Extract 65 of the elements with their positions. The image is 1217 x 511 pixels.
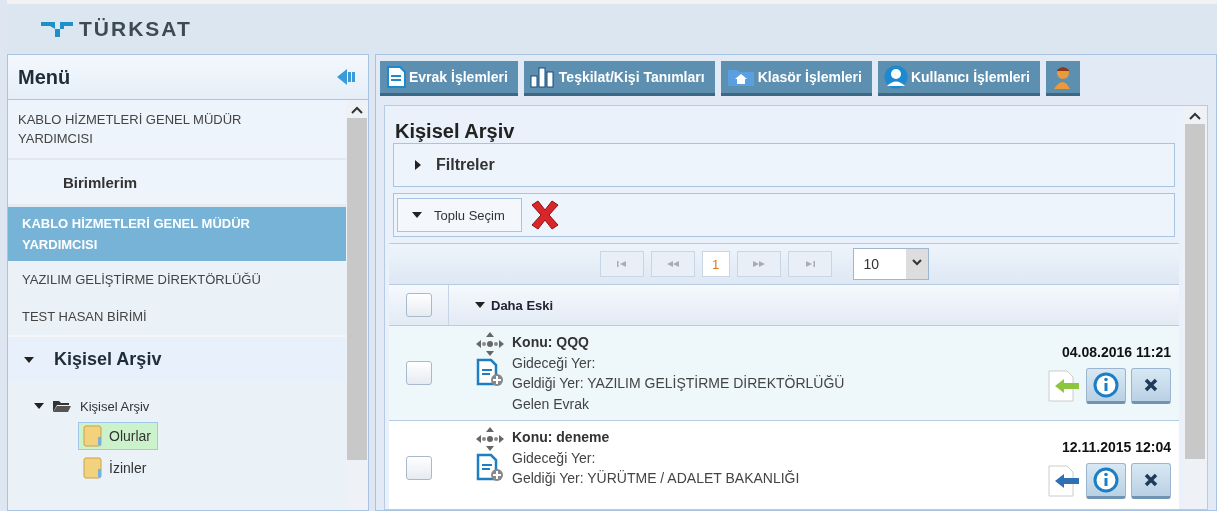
- delete-button[interactable]: [1131, 368, 1171, 404]
- chevron-down-icon: [911, 259, 922, 266]
- tree-item[interactable]: Olurlar: [78, 422, 158, 450]
- subject-text: Konu: deneme: [512, 428, 611, 447]
- folder-icon: [83, 425, 103, 447]
- tree-item[interactable]: Kişisel Arşiv: [80, 398, 150, 414]
- info-button[interactable]: [1086, 368, 1126, 404]
- last-page-icon: [803, 260, 816, 268]
- document-add-icon: [475, 453, 505, 483]
- scrollbar[interactable]: [346, 100, 368, 510]
- date-text: 12.11.2015 12:04: [1062, 439, 1171, 455]
- folder-icon: [52, 399, 72, 413]
- close-icon: [1144, 473, 1158, 487]
- group-label: Daha Eski: [491, 297, 554, 313]
- document-icon: [386, 66, 406, 88]
- scroll-up-icon[interactable]: [351, 106, 363, 114]
- info-button[interactable]: [1086, 463, 1126, 499]
- subject-text: Konu: QQQ: [512, 333, 590, 352]
- previous-page-icon: [665, 260, 680, 268]
- scrollbar[interactable]: [1183, 106, 1207, 509]
- units-title: Birimlerim: [8, 160, 346, 207]
- menu-item[interactable]: KABLO HİZMETLERİ GENEL MÜDÜR YARDIMCISI: [8, 100, 346, 160]
- document-row[interactable]: Konu: deneme Gideceği Yer: Geldiği Yer: YÜRÜTME / ADALET BAKANLIĞI 12.11.2015 12:04: [389, 421, 1179, 509]
- caret-icon[interactable]: [475, 302, 485, 308]
- checkbox[interactable]: [405, 293, 432, 317]
- tab[interactable]: [1045, 61, 1080, 96]
- logo-text: TÜRKSAT: [79, 17, 192, 41]
- checkbox[interactable]: [405, 361, 432, 385]
- collapse-icon[interactable]: [336, 67, 356, 87]
- menu-title: Menü: [18, 65, 71, 89]
- user-icon: [883, 65, 908, 89]
- date-text: 04.08.2016 11:21: [1062, 344, 1171, 360]
- destination-text: Gideceği Yer:: [512, 448, 597, 468]
- filters-panel[interactable]: Filtreler: [393, 143, 1175, 187]
- next-page-icon: [751, 260, 766, 268]
- folder-icon: [83, 457, 103, 479]
- logo-icon: [39, 19, 75, 39]
- bulk-select-button[interactable]: Toplu Seçim: [397, 198, 522, 232]
- unit-item[interactable]: YAZILIM GELİŞTİRME DİREKTÖRLÜĞÜ: [8, 261, 346, 298]
- move-icon[interactable]: [476, 332, 504, 356]
- archive-header[interactable]: Kişisel Arşiv: [8, 335, 346, 382]
- close-icon: [1144, 378, 1158, 392]
- first-page-icon: [615, 260, 628, 268]
- destination-text: Gideceği Yer:: [512, 353, 597, 373]
- filters-label: Filtreler: [436, 156, 495, 174]
- folder-icon: [726, 67, 755, 87]
- info-icon: [1093, 467, 1119, 493]
- caret-icon[interactable]: [34, 403, 44, 409]
- tree-item[interactable]: İzinler: [78, 454, 154, 482]
- info-icon: [1093, 372, 1119, 398]
- document-row[interactable]: Konu: QQQ Gideceği Yer: Geldiği Yer: YAZILIM GELİŞTİRME DİREKTÖRLÜĞÜ Gelen Evrak 04.08.2016 11:21: [389, 326, 1179, 421]
- scroll-up-icon[interactable]: [1189, 112, 1201, 120]
- origin-text: Geldiği Yer: YAZILIM GELİŞTİRME DİREKTÖRLÜĞÜ: [512, 374, 846, 393]
- origin-text: Geldiği Yer: YÜRÜTME / ADALET BAKANLIĞI: [512, 469, 801, 488]
- checkbox[interactable]: [405, 456, 432, 480]
- unit-item[interactable]: TEST HASAN BİRİMİ: [8, 298, 346, 335]
- document-type-text: Gelen Evrak: [512, 394, 591, 414]
- bar-chart-icon: [529, 66, 556, 88]
- delete-button[interactable]: [1131, 463, 1171, 499]
- person-icon: [1051, 65, 1070, 89]
- archive-title: Kişisel Arşiv: [54, 349, 162, 370]
- page-size-select[interactable]: 10: [852, 248, 929, 280]
- document-add-icon: [475, 358, 505, 388]
- page-title: Kişisel Arşiv: [394, 119, 516, 143]
- move-icon[interactable]: [476, 427, 504, 451]
